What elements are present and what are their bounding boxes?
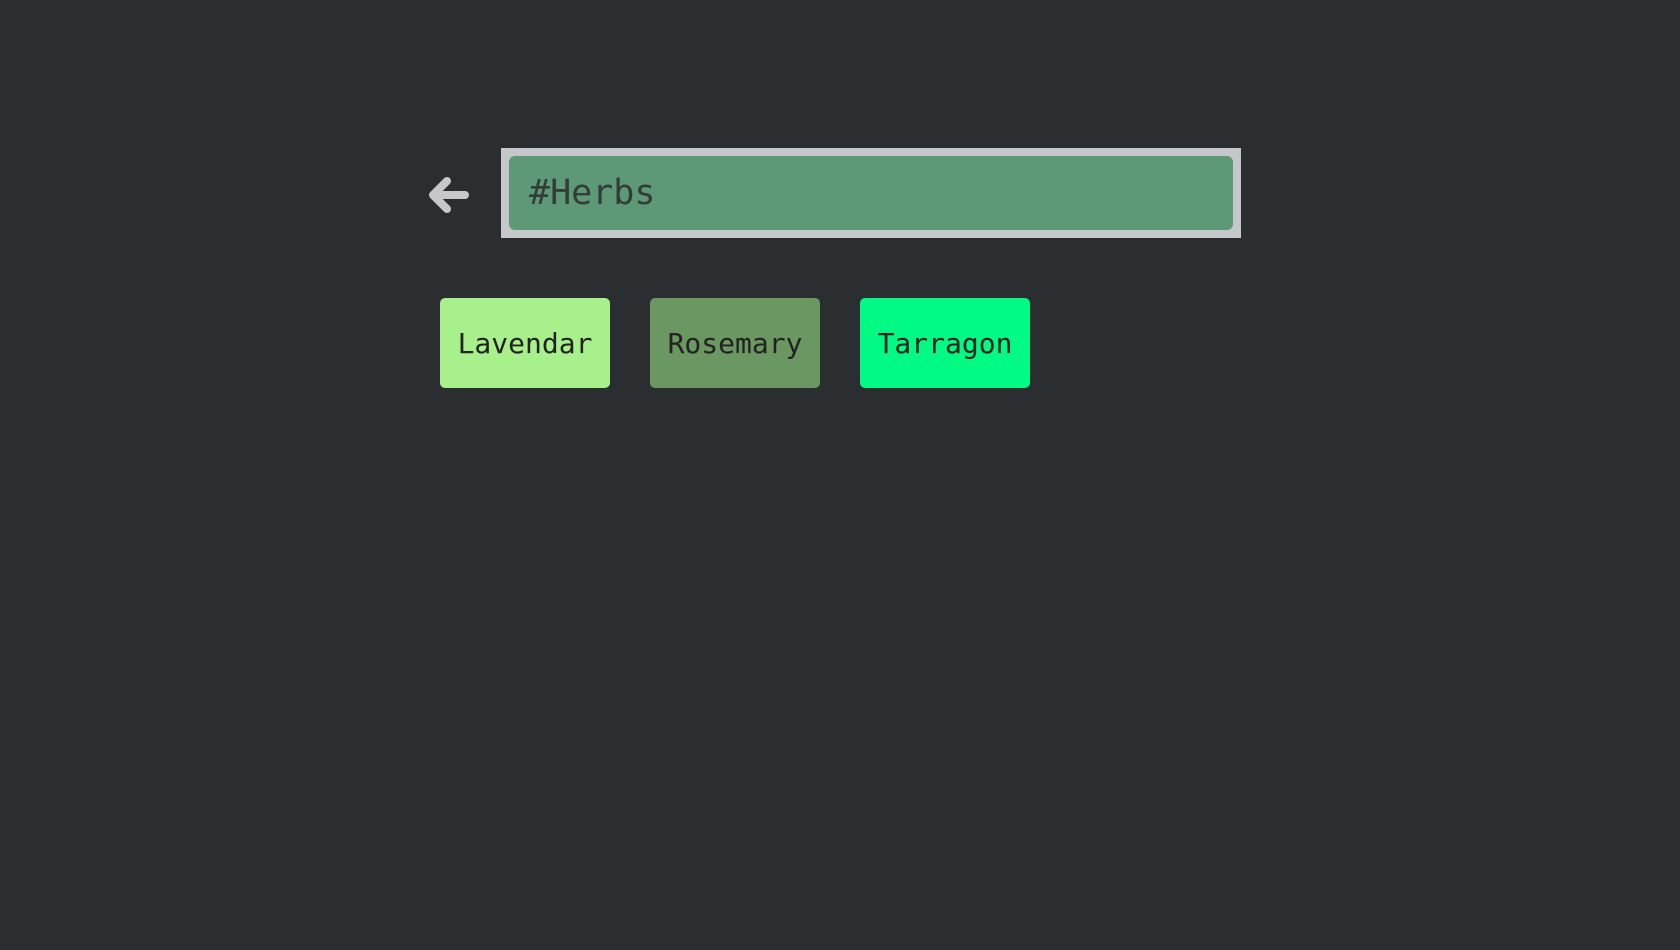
app-root: Lavendar Rosemary Tarragon — [0, 0, 1680, 950]
tag-button-tarragon[interactable]: Tarragon — [860, 298, 1030, 388]
tag-button-rosemary[interactable]: Rosemary — [650, 298, 820, 388]
arrow-left-icon — [429, 177, 469, 213]
search-input[interactable] — [509, 156, 1233, 230]
tag-button-lavendar[interactable]: Lavendar — [440, 298, 610, 388]
tag-list: Lavendar Rosemary Tarragon — [440, 298, 1030, 388]
search-box — [501, 148, 1241, 238]
back-button[interactable] — [422, 169, 474, 221]
